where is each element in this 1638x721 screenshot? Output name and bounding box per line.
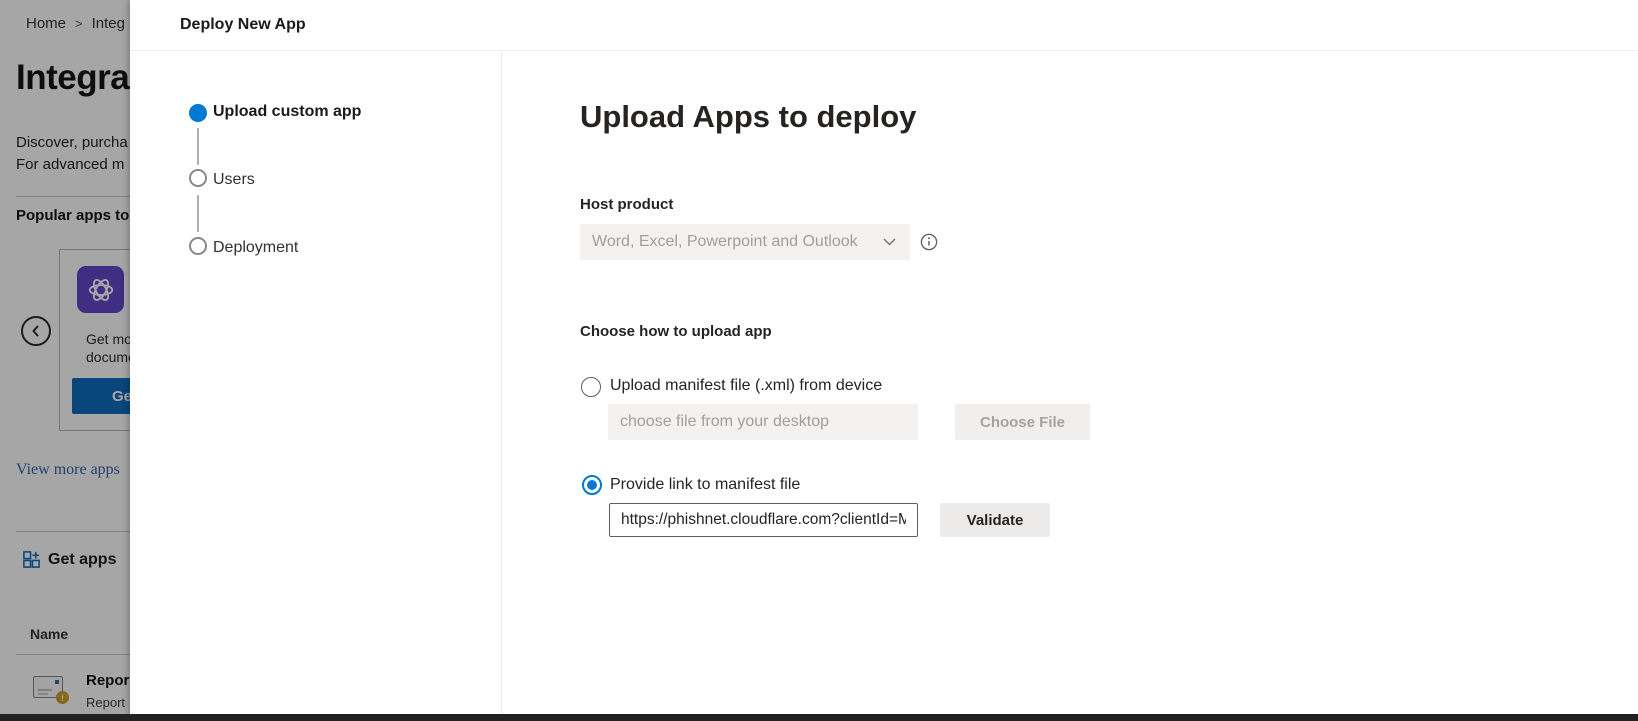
chevron-down-icon: [883, 238, 896, 246]
step-indicator-icon: [189, 169, 207, 187]
validate-button[interactable]: Validate: [940, 503, 1050, 537]
host-product-dropdown: Word, Excel, Powerpoint and Outlook: [580, 224, 910, 260]
step-connector: [197, 128, 199, 165]
radio-upload-manifest-file[interactable]: [581, 377, 601, 397]
content-title: Upload Apps to deploy: [580, 99, 916, 135]
header-divider: [130, 50, 1638, 51]
manifest-url-input[interactable]: [609, 503, 918, 537]
step-deployment: Deployment: [213, 239, 298, 257]
radio-provide-link[interactable]: [582, 475, 602, 495]
stepper-divider: [501, 51, 502, 715]
choose-upload-label: Choose how to upload app: [580, 323, 772, 340]
step-users: Users: [213, 171, 255, 189]
info-icon[interactable]: [920, 233, 938, 251]
screen: Home > Integ Integra Discover, purcha Fo…: [0, 0, 1638, 721]
choose-file-button: Choose File: [955, 404, 1090, 440]
panel-title: Deploy New App: [180, 16, 306, 34]
deploy-new-app-panel: Deploy New App Upload custom app Users D…: [130, 0, 1638, 721]
radio-provide-link-label: Provide link to manifest file: [610, 476, 800, 494]
radio-upload-manifest-file-label: Upload manifest file (.xml) from device: [610, 377, 882, 395]
host-product-value: Word, Excel, Powerpoint and Outlook: [592, 233, 883, 251]
file-path-input: [608, 404, 918, 440]
host-product-label: Host product: [580, 196, 673, 213]
step-indicator-active-icon: [189, 104, 207, 122]
step-connector: [197, 195, 199, 232]
step-upload-custom-app: Upload custom app: [213, 103, 361, 121]
window-bottom-edge: [0, 714, 1638, 721]
step-indicator-icon: [189, 237, 207, 255]
